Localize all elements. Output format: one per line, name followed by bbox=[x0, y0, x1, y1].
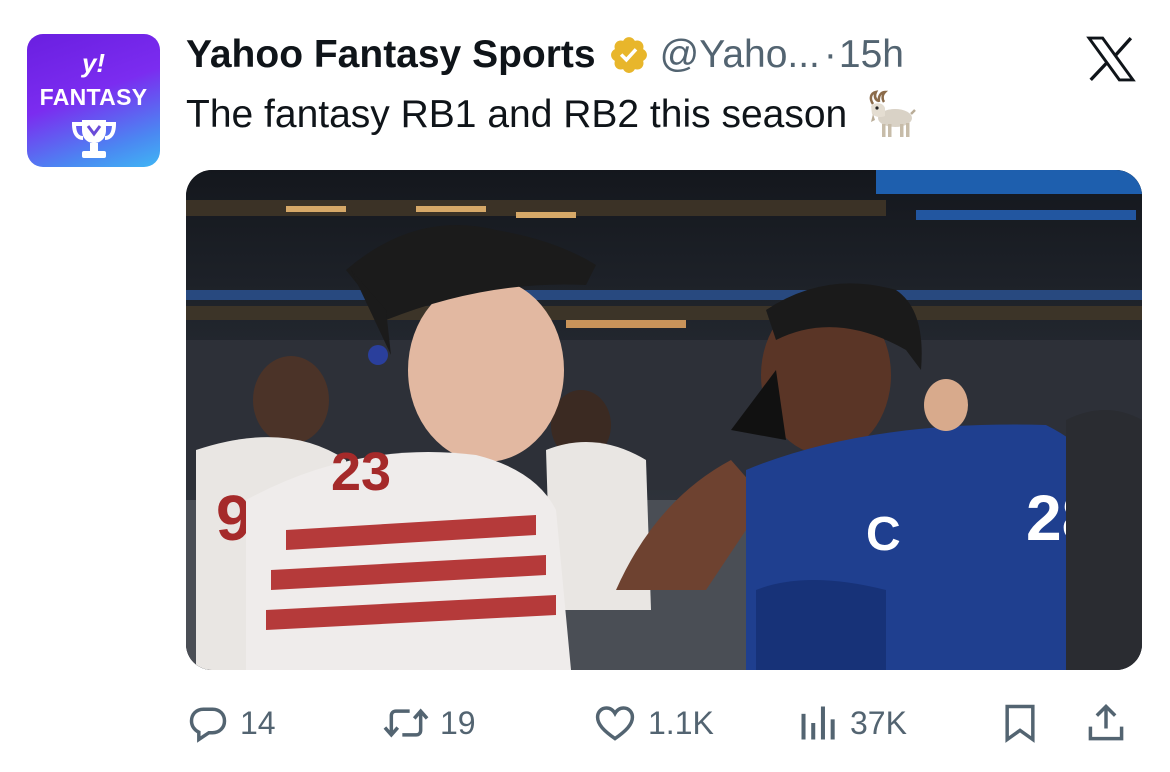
media-image[interactable]: 92 23 28 C bbox=[186, 170, 1142, 670]
like-icon bbox=[595, 706, 635, 741]
share-icon bbox=[1088, 704, 1124, 741]
reply-count: 14 bbox=[240, 704, 276, 741]
bookmark-button[interactable] bbox=[998, 696, 1042, 750]
views-count: 37K bbox=[850, 704, 907, 741]
like-button[interactable]: 1.1K bbox=[592, 696, 714, 750]
views-icon bbox=[801, 706, 835, 740]
tweet-header: Yahoo Fantasy Sports @Yaho... · 15h bbox=[186, 30, 904, 80]
views-button[interactable]: 37K bbox=[796, 696, 907, 750]
avatar[interactable]: y! FANTASY bbox=[27, 34, 160, 167]
bookmark-icon bbox=[1005, 704, 1035, 743]
trophy-icon bbox=[71, 120, 117, 158]
retweet-icon bbox=[383, 708, 429, 738]
display-name[interactable]: Yahoo Fantasy Sports bbox=[186, 33, 596, 77]
reply-icon bbox=[189, 707, 227, 743]
x-logo-icon[interactable] bbox=[1085, 36, 1137, 82]
reply-button[interactable]: 14 bbox=[186, 696, 276, 750]
separator-dot: · bbox=[823, 33, 837, 76]
retweet-button[interactable]: 19 bbox=[382, 696, 476, 750]
verified-badge-icon[interactable] bbox=[608, 34, 650, 76]
timestamp[interactable]: 15h bbox=[839, 33, 904, 77]
goat-emoji-icon bbox=[869, 90, 917, 137]
media-jersey-number-left: 23 bbox=[331, 442, 391, 502]
media-captain-patch: C bbox=[866, 508, 901, 561]
retweet-count: 19 bbox=[440, 704, 476, 741]
tweet-text: The fantasy RB1 and RB2 this season bbox=[186, 93, 848, 136]
avatar-fantasy-word: FANTASY bbox=[39, 84, 148, 110]
share-button[interactable] bbox=[1084, 696, 1128, 750]
like-count: 1.1K bbox=[648, 704, 714, 741]
handle[interactable]: @Yaho... bbox=[660, 33, 820, 77]
avatar-yahoo-mark: y! bbox=[81, 48, 106, 78]
tweet-text-row: The fantasy RB1 and RB2 this season bbox=[186, 90, 917, 140]
action-bar: 14 19 1.1K 37K bbox=[186, 696, 1142, 750]
